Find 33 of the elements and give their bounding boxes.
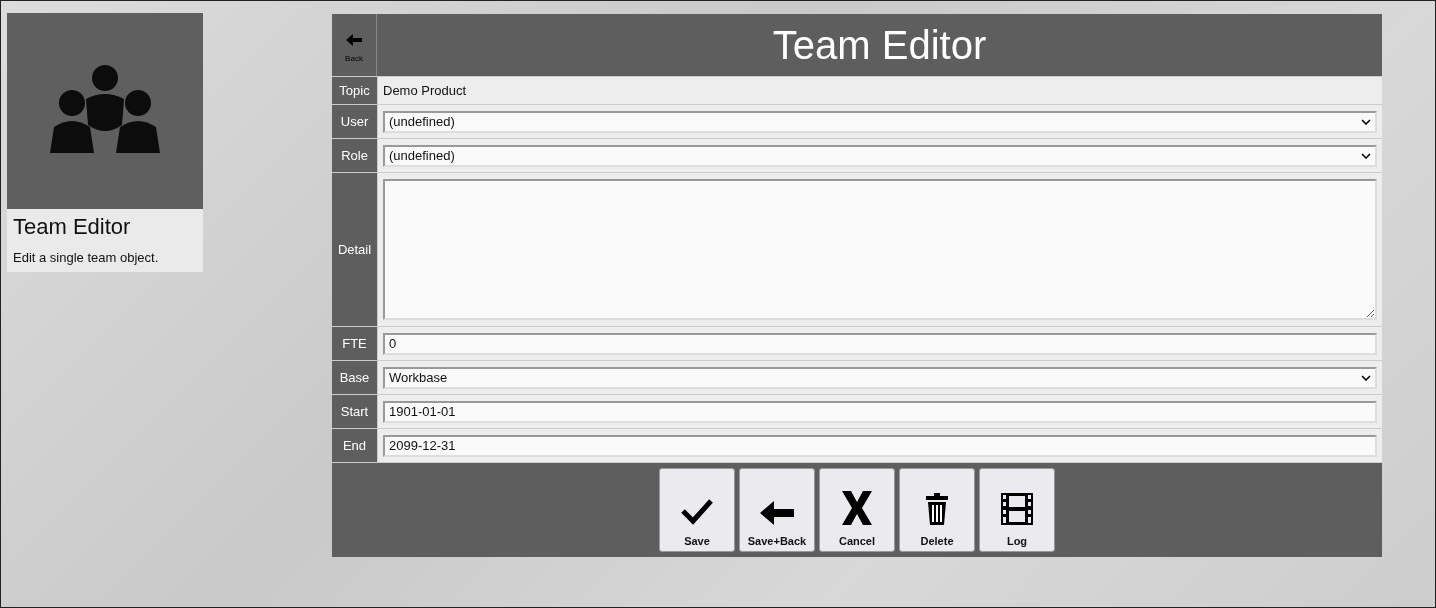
field-label: Base xyxy=(332,361,378,394)
back-arrow-icon xyxy=(346,33,362,46)
chevron-down-icon xyxy=(1361,152,1371,159)
field-label: Start xyxy=(332,395,378,428)
page-title: Team Editor xyxy=(771,22,988,69)
field-label: FTE xyxy=(332,327,378,360)
action-button[interactable]: Save+Back xyxy=(739,468,815,552)
action-button[interactable]: Delete xyxy=(899,468,975,552)
field-label: Role xyxy=(332,139,378,172)
action-button[interactable]: Save xyxy=(659,468,735,552)
field-label: Detail xyxy=(332,173,378,326)
x-icon xyxy=(842,491,872,525)
field-label: End xyxy=(332,429,378,462)
input-field[interactable]: 0 xyxy=(383,332,1377,355)
text-area[interactable] xyxy=(383,179,1377,320)
film-icon xyxy=(1001,493,1033,525)
action-button[interactable]: Log xyxy=(979,468,1055,552)
trash-icon xyxy=(925,493,949,525)
card-title: Team Editor xyxy=(12,213,132,240)
back-arrow-icon xyxy=(760,501,794,525)
dropdown-field[interactable]: (undefined) xyxy=(383,110,1377,133)
field-label: Topic xyxy=(332,77,378,104)
topic-value: Demo Product xyxy=(383,83,467,98)
dropdown-field[interactable]: Workbase xyxy=(383,366,1377,389)
check-icon xyxy=(680,497,714,525)
chevron-down-icon xyxy=(1361,118,1371,125)
input-field[interactable]: 2099-12-31 xyxy=(383,434,1377,457)
field-label: User xyxy=(332,105,378,138)
card-description: Edit a single team object. xyxy=(12,249,160,267)
dropdown-field[interactable]: (undefined) xyxy=(383,144,1377,167)
input-field[interactable]: 1901-01-01 xyxy=(383,400,1377,423)
chevron-down-icon xyxy=(1361,374,1371,381)
action-button[interactable]: Cancel xyxy=(819,468,895,552)
